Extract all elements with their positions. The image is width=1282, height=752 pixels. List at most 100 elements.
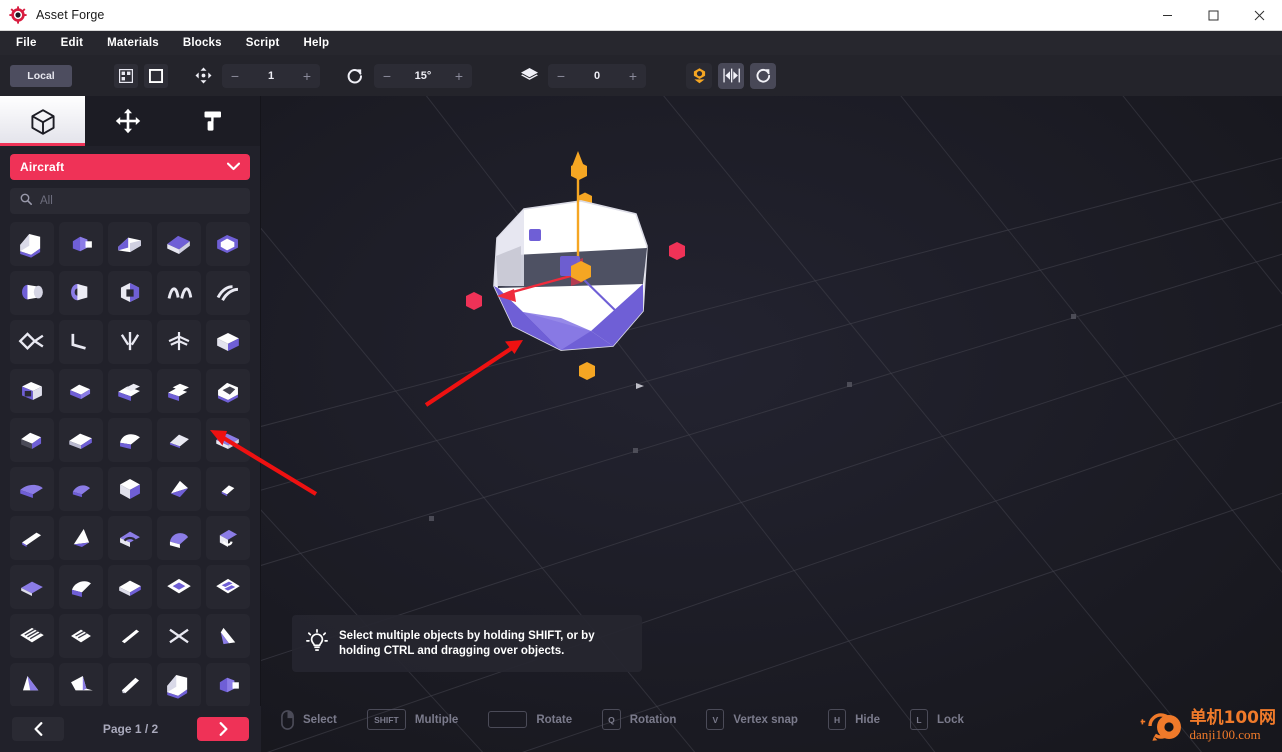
layer-value: 0 xyxy=(593,69,601,82)
maximize-button[interactable] xyxy=(1190,0,1236,31)
asset-tile-grill-panel-small[interactable] xyxy=(157,614,201,658)
grid-snap-icon[interactable] xyxy=(114,63,138,88)
app-window: Asset Forge File Edit Materials Blocks S… xyxy=(0,0,1282,752)
asset-search-box[interactable]: All xyxy=(10,188,250,214)
watermark-en: danji100.com xyxy=(1189,727,1261,743)
mirror-icon[interactable] xyxy=(718,62,744,89)
asset-tile-blade-fin[interactable] xyxy=(59,663,103,707)
asset-tile-beveled-cube[interactable] xyxy=(206,320,250,364)
page-prev-button[interactable] xyxy=(12,717,64,741)
asset-tile-arched-block[interactable] xyxy=(206,516,250,560)
asset-tile-double-step[interactable] xyxy=(157,369,201,413)
sidebar-tabs xyxy=(0,96,260,146)
asset-tile-x-frame[interactable] xyxy=(10,320,54,364)
move-arrows-icon xyxy=(115,108,140,134)
mouse-icon xyxy=(281,709,294,730)
category-dropdown-label: Aircraft xyxy=(20,160,65,174)
asset-tile-arrow-frame[interactable] xyxy=(157,320,201,364)
asset-tile-diamond-slot[interactable] xyxy=(59,614,103,658)
asset-tile-tri-antenna[interactable] xyxy=(108,320,152,364)
asset-tile-rod-short[interactable] xyxy=(59,516,103,560)
asset-tile-chamfer-block-alt[interactable] xyxy=(59,418,103,462)
hint-line-1: Select multiple objects by holding SHIFT… xyxy=(339,629,595,642)
asset-tile-rod-long[interactable] xyxy=(108,516,152,560)
reset-rotation-icon[interactable] xyxy=(750,62,776,89)
shortcut-select-label: Select xyxy=(303,713,337,726)
category-dropdown[interactable]: Aircraft xyxy=(10,154,250,180)
asset-tile-tall-cube[interactable] xyxy=(206,467,250,511)
asset-tile-wedge-point[interactable] xyxy=(10,516,54,560)
layer-increment[interactable]: + xyxy=(628,69,638,83)
asset-tile-open-box[interactable] xyxy=(10,369,54,413)
asset-tile-curved-slab[interactable] xyxy=(108,467,152,511)
square-outline-icon[interactable] xyxy=(144,63,168,88)
asset-tile-curved-strut-pair[interactable] xyxy=(157,271,201,315)
asset-tile-hook-block[interactable] xyxy=(59,565,103,609)
asset-tile-thin-fin-plate[interactable] xyxy=(206,418,250,462)
gizmo-pivot-icon[interactable] xyxy=(686,62,712,89)
search-icon xyxy=(20,192,32,210)
menu-item-blocks[interactable]: Blocks xyxy=(171,34,234,52)
move-step-decrement[interactable]: − xyxy=(230,69,240,83)
asset-tile-cross-strut[interactable] xyxy=(10,663,54,707)
asset-tile-slim-blade[interactable] xyxy=(206,663,250,707)
viewport-3d[interactable]: Select multiple objects by holding SHIFT… xyxy=(261,96,1282,752)
coordinate-space-button[interactable]: Local xyxy=(10,64,72,87)
move-step-increment[interactable]: + xyxy=(302,69,312,83)
menu-item-materials[interactable]: Materials xyxy=(95,34,171,52)
asset-tile-small-engine-block[interactable] xyxy=(59,222,103,266)
asset-tile-grill-panel[interactable] xyxy=(108,614,152,658)
rotate-step-decrement[interactable]: − xyxy=(382,69,392,83)
asset-tile-notched-hub[interactable] xyxy=(108,271,152,315)
asset-tile-tail-fin[interactable] xyxy=(108,663,152,707)
layer-decrement[interactable]: − xyxy=(556,69,566,83)
asset-tile-flat-slab[interactable] xyxy=(10,467,54,511)
asset-tile-scoop-block[interactable] xyxy=(206,369,250,413)
asset-search-input[interactable]: All xyxy=(40,195,53,207)
asset-tile-turbine-ring[interactable] xyxy=(59,271,103,315)
menu-item-script[interactable]: Script xyxy=(234,34,292,52)
tab-paint[interactable] xyxy=(170,96,255,146)
move-step-value: 1 xyxy=(267,69,275,82)
asset-tile-thick-wedge-plate[interactable] xyxy=(157,222,201,266)
asset-tile-angle-bracket[interactable] xyxy=(59,320,103,364)
asset-tile-chamfer-block[interactable] xyxy=(10,418,54,462)
spacebar-key xyxy=(488,711,528,728)
asset-tile-bent-strut-pair[interactable] xyxy=(206,271,250,315)
close-button[interactable] xyxy=(1236,0,1282,31)
asset-tile-round-cap[interactable] xyxy=(10,565,54,609)
asset-tile-tapered-slab[interactable] xyxy=(157,467,201,511)
asset-tile-engine-nacelle[interactable] xyxy=(10,271,54,315)
rotate-step-increment[interactable]: + xyxy=(454,69,464,83)
menu-item-edit[interactable]: Edit xyxy=(49,34,96,52)
asset-tile-thin-rod[interactable] xyxy=(206,614,250,658)
asset-tile-cockpit-canopy[interactable] xyxy=(10,222,54,266)
asset-tile-wedge-intake[interactable] xyxy=(108,222,152,266)
asset-tile-rounded-bar[interactable] xyxy=(157,565,201,609)
asset-tile-rounded-wedge[interactable] xyxy=(157,418,201,462)
tab-move[interactable] xyxy=(85,96,170,146)
rotate-step-stepper[interactable]: − 15° + xyxy=(374,63,472,88)
sidebar-body: Aircraft All xyxy=(0,146,260,707)
layer-stepper[interactable]: − 0 + xyxy=(548,63,646,88)
move-step-stepper[interactable]: − 1 + xyxy=(222,63,320,88)
asset-tile-swept-fin[interactable] xyxy=(157,663,201,707)
shortcut-rotation: Q Rotation xyxy=(602,709,676,730)
asset-tile-cowl-ring[interactable] xyxy=(206,222,250,266)
minimize-button[interactable] xyxy=(1144,0,1190,31)
watermark-text: 单机100网 danji100.com xyxy=(1189,709,1277,743)
window-controls xyxy=(1144,0,1282,31)
asset-tile-slanted-plate[interactable] xyxy=(108,418,152,462)
asset-tile-flat-panel[interactable] xyxy=(108,565,152,609)
asset-tile-u-channel[interactable] xyxy=(59,369,103,413)
asset-tile-plain-slab[interactable] xyxy=(206,565,250,609)
asset-tile-flat-slab-wide[interactable] xyxy=(59,467,103,511)
asset-tile-cone-wedge[interactable] xyxy=(157,516,201,560)
tab-blocks[interactable] xyxy=(0,96,85,146)
menu-item-file[interactable]: File xyxy=(4,34,49,52)
asset-tile-diamond-ring[interactable] xyxy=(10,614,54,658)
menu-item-help[interactable]: Help xyxy=(292,34,342,52)
asset-tile-stepped-ramp[interactable] xyxy=(108,369,152,413)
page-next-button[interactable] xyxy=(197,717,249,741)
asset-sidebar: Aircraft All Page 1 / 2 xyxy=(0,96,261,752)
